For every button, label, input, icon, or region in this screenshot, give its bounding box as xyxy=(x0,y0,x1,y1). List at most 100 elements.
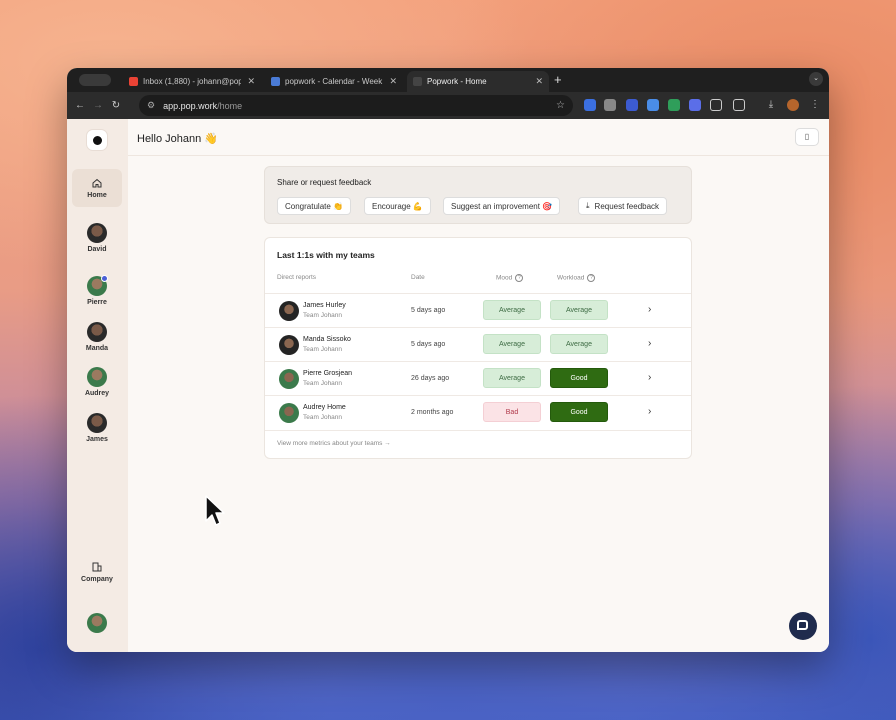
tab-gmail[interactable]: Inbox (1,880) - johann@pop. ✕ xyxy=(123,71,261,92)
mouse-cursor-icon xyxy=(205,495,225,526)
column-header-workload: Workload? xyxy=(557,274,596,282)
gmail-icon xyxy=(129,77,138,86)
chevron-right-icon[interactable]: › xyxy=(648,338,651,349)
sidebar-item-david[interactable]: David xyxy=(72,223,122,253)
report-team: Team Johann xyxy=(303,380,343,387)
mood-badge: Average xyxy=(483,334,541,354)
puzzle-icon[interactable] xyxy=(733,99,745,111)
panel-toggle-button[interactable]: ▯ xyxy=(795,128,819,146)
workload-badge: Good xyxy=(550,402,608,422)
feedback-title: Share or request feedback xyxy=(277,178,372,187)
chevron-right-icon[interactable]: › xyxy=(648,372,651,383)
close-icon[interactable]: ✕ xyxy=(389,76,397,87)
chevron-right-icon[interactable]: › xyxy=(648,406,651,417)
bookmark-star-icon[interactable]: ☆ xyxy=(556,100,565,111)
profile-icon[interactable] xyxy=(787,99,799,111)
chevron-right-icon[interactable]: › xyxy=(648,304,651,315)
avatar xyxy=(279,301,299,321)
tab-title: popwork - Calendar - Week o xyxy=(285,77,384,86)
encourage-button[interactable]: Encourage 💪 xyxy=(364,197,431,215)
avatar xyxy=(87,613,107,633)
extension-icon[interactable] xyxy=(668,99,680,111)
site-info-icon[interactable]: ⚙ xyxy=(147,100,155,111)
workload-label: Workload xyxy=(557,274,585,282)
help-icon[interactable]: ? xyxy=(587,274,596,282)
sidebar-item-audrey[interactable]: Audrey xyxy=(72,367,122,397)
address-bar[interactable]: ⚙ app.pop.work/home ☆ xyxy=(139,95,573,116)
sidebar-item-label: Home xyxy=(87,192,107,199)
close-icon[interactable]: ✕ xyxy=(247,76,255,87)
column-header-reports: Direct reports xyxy=(277,274,317,281)
download-icon: ⤓ xyxy=(586,201,590,210)
table-row[interactable]: Manda Sissoko Team Johann 5 days ago Ave… xyxy=(265,327,691,361)
screenshot-icon[interactable] xyxy=(710,99,722,111)
chat-support-button[interactable] xyxy=(789,612,817,640)
new-tab-button[interactable]: + xyxy=(554,72,562,87)
reload-icon[interactable]: ↻ xyxy=(107,100,125,111)
back-icon[interactable]: ← xyxy=(71,100,89,111)
view-more-metrics-link[interactable]: View more metrics about your teams → xyxy=(277,440,391,447)
mood-badge: Average xyxy=(483,300,541,320)
home-icon xyxy=(92,178,102,188)
help-icon[interactable]: ? xyxy=(515,274,524,282)
tab-calendar[interactable]: popwork - Calendar - Week o ✕ xyxy=(265,71,403,92)
table-row[interactable]: Audrey Home Team Johann 2 months ago Bad… xyxy=(265,395,691,429)
notification-dot xyxy=(101,275,108,282)
avatar xyxy=(87,322,107,342)
sidebar-item-label: Pierre xyxy=(87,299,107,306)
column-header-mood: Mood? xyxy=(496,274,524,282)
request-feedback-label: Request feedback xyxy=(594,201,660,211)
window-controls[interactable] xyxy=(79,74,111,86)
extension-icon[interactable] xyxy=(626,99,638,111)
mood-badge: Average xyxy=(483,368,541,388)
url-host: app.pop.work xyxy=(163,100,218,111)
extension-icon[interactable] xyxy=(584,99,596,111)
avatar xyxy=(279,369,299,389)
calendar-icon xyxy=(271,77,280,86)
browser-toolbar: ← → ↻ ⚙ app.pop.work/home ☆ ⤓ ⋮ xyxy=(67,92,829,119)
report-date: 5 days ago xyxy=(411,341,446,348)
page-title: Hello Johann 👋 xyxy=(137,133,218,145)
sidebar-item-manda[interactable]: Manda xyxy=(72,322,122,352)
sidebar-item-pierre[interactable]: Pierre xyxy=(72,275,122,306)
tab-popwork-home[interactable]: Popwork - Home ✕ xyxy=(407,71,549,92)
sidebar-item-label: Company xyxy=(81,576,113,583)
table-row[interactable]: Pierre Grosjean Team Johann 26 days ago … xyxy=(265,361,691,395)
close-icon[interactable]: ✕ xyxy=(535,76,543,87)
sidebar: Home David Pierre Manda Audrey James Com… xyxy=(67,119,128,652)
avatar xyxy=(279,403,299,423)
tab-search-button[interactable]: ⌄ xyxy=(809,72,823,86)
extension-icon[interactable] xyxy=(604,99,616,111)
user-profile[interactable] xyxy=(72,613,122,636)
popwork-logo[interactable] xyxy=(86,129,108,151)
avatar xyxy=(87,413,107,433)
report-team: Team Johann xyxy=(303,312,343,319)
sidebar-item-label: James xyxy=(86,436,108,443)
request-feedback-button[interactable]: ⤓ Request feedback xyxy=(578,197,668,215)
tab-strip: Inbox (1,880) - johann@pop. ✕ popwork - … xyxy=(67,68,829,92)
workload-badge: Good xyxy=(550,368,608,388)
sidebar-item-company[interactable]: Company xyxy=(72,561,122,583)
tab-title: Popwork - Home xyxy=(427,77,487,86)
column-header-date: Date xyxy=(411,274,425,281)
menu-icon[interactable]: ⋮ xyxy=(809,99,821,111)
avatar xyxy=(87,275,108,296)
sidebar-item-james[interactable]: James xyxy=(72,413,122,443)
report-name: Audrey Home xyxy=(303,404,346,411)
sidebar-item-label: Manda xyxy=(85,345,109,352)
report-team: Team Johann xyxy=(303,346,343,353)
app-root: Home David Pierre Manda Audrey James Com… xyxy=(67,119,829,652)
sidebar-item-label: David xyxy=(87,246,107,253)
table-row[interactable]: James Hurley Team Johann 5 days ago Aver… xyxy=(265,293,691,327)
extension-icon[interactable] xyxy=(689,99,701,111)
report-date: 26 days ago xyxy=(411,375,450,382)
report-date: 5 days ago xyxy=(411,307,446,314)
url-path: /home xyxy=(217,100,243,111)
sidebar-item-home[interactable]: Home xyxy=(72,169,122,207)
download-icon[interactable]: ⤓ xyxy=(765,99,777,111)
report-team: Team Johann xyxy=(303,414,343,421)
extension-icon[interactable] xyxy=(647,99,659,111)
suggest-improvement-button[interactable]: Suggest an improvement 🎯 xyxy=(443,197,561,215)
congratulate-button[interactable]: Congratulate 👏 xyxy=(277,197,351,215)
forward-icon[interactable]: → xyxy=(89,100,107,111)
